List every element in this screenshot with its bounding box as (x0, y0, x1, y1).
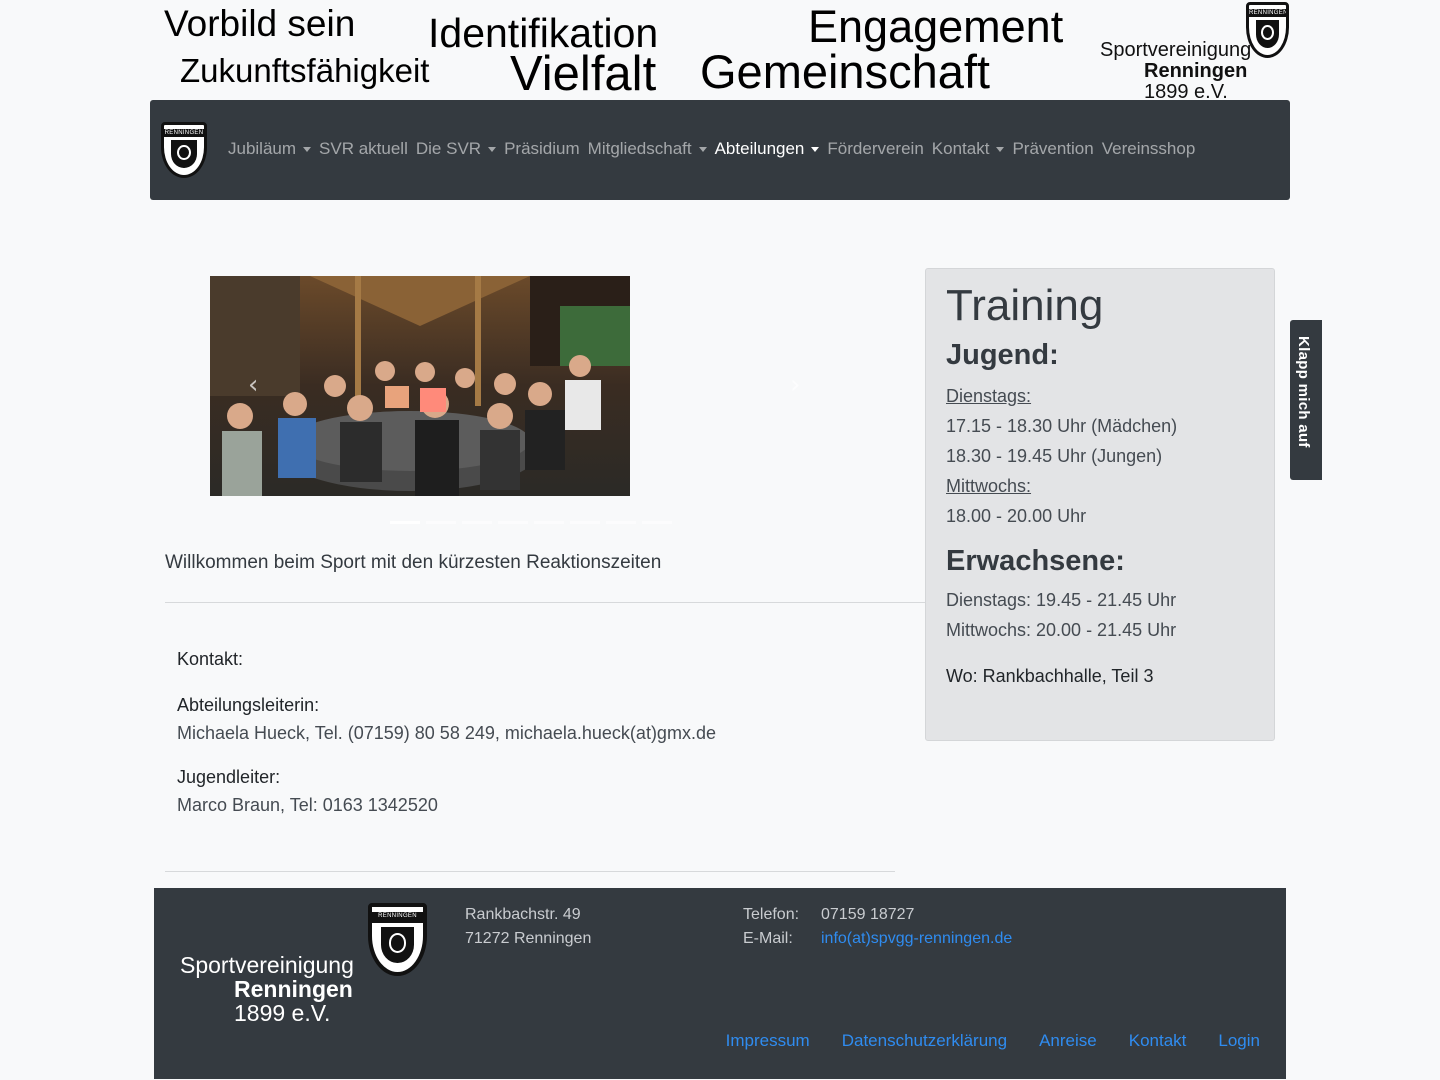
nav-item-abteilungen[interactable]: Abteilungen (711, 137, 824, 161)
caret-down-icon (811, 146, 820, 152)
carousel-indicator[interactable] (606, 521, 636, 524)
wordmark-line: Sportvereinigung (1100, 39, 1252, 61)
training-card: Training Jugend: Dienstags: 17.15 - 18.3… (925, 268, 1275, 741)
slogan-text: Zukunftsfähigkeit (180, 52, 430, 89)
chevron-left-icon[interactable]: ‹ ‹ (248, 370, 258, 400)
phone-label: Telefon: (743, 906, 800, 923)
footer-link-datenschutz[interactable]: Datenschutzerklärung (842, 1031, 1007, 1051)
slogan-text: Engagement (808, 1, 1064, 52)
nav-item-praevention[interactable]: Prävention (1008, 137, 1097, 161)
footer-link-anreise[interactable]: Anreise (1039, 1031, 1097, 1051)
youth-time: 18.30 - 19.45 Uhr (Jungen) (946, 446, 1163, 466)
crest-text: RENNINGEN (164, 129, 204, 137)
contact-block: Kontakt: Abteilungsleiterin: Michaela Hu… (177, 646, 716, 820)
leader-value: Michaela Hueck, Tel. (07159) 80 58 249, … (177, 723, 716, 743)
carousel-indicator[interactable] (642, 521, 672, 524)
crest-text: RENNINGEN (1249, 9, 1288, 17)
divider (165, 871, 895, 872)
youth-time: 17.15 - 18.30 Uhr (Mädchen) (946, 416, 1178, 436)
nav-item-jubilaeum[interactable]: Jubiläum (224, 137, 315, 161)
training-location: Wo: Rankbachhalle, Teil 3 (946, 666, 1154, 686)
carousel-indicator[interactable] (462, 521, 492, 524)
nav-item-mitgliedschaft[interactable]: Mitgliedschaft (584, 137, 711, 161)
slogan-text: Vorbild sein (164, 3, 356, 44)
phone-value: 07159 18727 (821, 906, 915, 923)
caret-down-icon (996, 146, 1005, 152)
site-footer: RENNINGEN Sportvereinigung Renningen 189… (154, 888, 1286, 1079)
chevron-right-icon[interactable]: › (790, 370, 800, 400)
wordmark-line: Renningen (234, 976, 353, 1003)
slogan-text: Gemeinschaft (700, 45, 990, 98)
leader-label: Abteilungsleiterin: (177, 695, 320, 715)
carousel-indicator[interactable] (498, 521, 528, 524)
main-navbar: RENNINGEN Jubiläum SVR aktuell Die SVR P… (150, 100, 1290, 200)
club-crest-icon: RENNINGEN (1246, 2, 1289, 58)
welcome-text: Willkommen beim Sport mit den kürzesten … (165, 552, 662, 573)
slogan-text: Vielfalt (510, 47, 657, 101)
contact-heading: Kontakt: (177, 649, 244, 669)
caret-down-icon (303, 146, 312, 152)
wordmark-line: 1899 e.V. (234, 1000, 331, 1027)
nav-item-vereinsshop[interactable]: Vereinsshop (1098, 137, 1200, 161)
youth-time: 18.00 - 20.00 Uhr (946, 506, 1087, 526)
carousel-indicator[interactable] (570, 521, 600, 524)
youth-leader-value: Marco Braun, Tel: 0163 1342520 (177, 795, 438, 815)
email-link[interactable]: info(at)spvgg-renningen.de (821, 930, 1012, 947)
header-banner: Vorbild sein Zukunftsfähigkeit Identifik… (150, 0, 1290, 103)
carousel-indicator[interactable] (390, 521, 420, 524)
side-tab-label: Klapp mich auf (1295, 336, 1312, 448)
address-street: Rankbachstr. 49 (465, 906, 581, 923)
nav-item-praesidium[interactable]: Präsidium (500, 137, 584, 161)
club-wordmark: Sportvereinigung Renningen 1899 e.V. (1100, 40, 1251, 103)
nav-item-kontakt[interactable]: Kontakt (928, 137, 1009, 161)
youth-day-label: Dienstags: (946, 386, 1032, 406)
wordmark-line: Renningen (1144, 60, 1248, 82)
nav-item-die-svr[interactable]: Die SVR (412, 137, 500, 161)
email-label: E-Mail: (743, 930, 793, 947)
team-photo (210, 276, 630, 496)
footer-contact: Telefon: 07159 18727 E-Mail: info(at)spvgg… (743, 903, 1012, 951)
nav-menu: Jubiläum SVR aktuell Die SVR Präsidium M… (224, 137, 1199, 161)
nav-item-foerderverein[interactable]: Förderverein (823, 137, 927, 161)
adult-heading: Erwachsene: (946, 545, 1125, 577)
club-crest-icon: RENNINGEN (368, 903, 427, 976)
adult-time: Mittwochs: 20.00 - 21.45 Uhr (946, 620, 1177, 640)
photo-carousel (210, 276, 630, 496)
youth-leader-label: Jugendleiter: (177, 767, 281, 787)
nav-item-svr-aktuell[interactable]: SVR aktuell (315, 137, 412, 161)
training-title: Training (946, 281, 1104, 330)
footer-links: Impressum Datenschutzerklärung Anreise K… (726, 1031, 1260, 1051)
carousel-indicators (390, 521, 672, 524)
footer-link-login[interactable]: Login (1218, 1031, 1260, 1051)
divider (165, 602, 925, 603)
adult-time: Dienstags: 19.45 - 21.45 Uhr (946, 590, 1177, 610)
youth-heading: Jugend: (946, 339, 1059, 371)
wordmark-line: Sportvereinigung (180, 952, 354, 978)
carousel-indicator[interactable] (534, 521, 564, 524)
caret-down-icon (698, 146, 707, 152)
carousel-indicator[interactable] (426, 521, 456, 524)
address-city: 71272 Renningen (465, 930, 592, 947)
caret-down-icon (488, 146, 497, 152)
crest-text: RENNINGEN (372, 912, 423, 923)
youth-day-label: Mittwochs: (946, 476, 1032, 496)
footer-link-impressum[interactable]: Impressum (726, 1031, 810, 1051)
footer-address: Rankbachstr. 49 71272 Renningen (465, 903, 591, 951)
expand-side-tab[interactable]: Klapp mich auf (1290, 320, 1322, 480)
footer-link-kontakt[interactable]: Kontakt (1129, 1031, 1187, 1051)
home-logo-icon[interactable]: RENNINGEN (161, 122, 207, 178)
club-wordmark: Sportvereinigung Renningen 1899 e.V. (180, 952, 354, 1027)
